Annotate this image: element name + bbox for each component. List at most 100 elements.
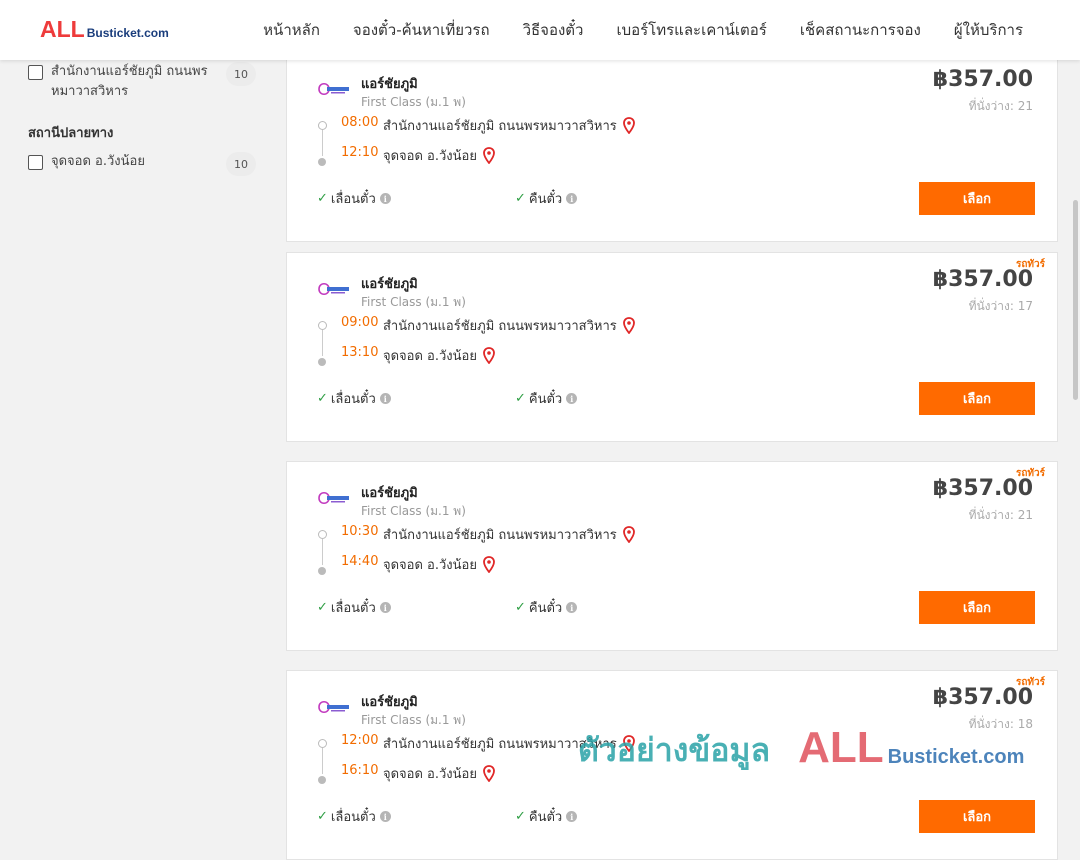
info-icon[interactable]: i	[379, 811, 391, 822]
arrive-dot-icon	[318, 358, 326, 366]
depart-place: สำนักงานแอร์ชัยภูมิ ถนนพรหมาวาสวิหาร	[383, 115, 635, 136]
reschedule-label: เลื่อนตั๋ว	[330, 392, 376, 407]
depart-place-label: สำนักงานแอร์ชัยภูมิ ถนนพรหมาวาสวิหาร	[383, 319, 617, 334]
logo-all: ALL	[40, 16, 85, 42]
operator-logo-icon	[318, 82, 349, 96]
map-pin-icon[interactable]	[483, 765, 495, 782]
arrive-place-label: จุดจอด อ.วังน้อย	[383, 149, 477, 164]
timeline-line	[322, 130, 323, 156]
info-icon[interactable]: i	[566, 602, 578, 613]
page-scrollbar[interactable]	[1072, 60, 1080, 800]
reschedule-feature: ✓ เลื่อนตั๋ว i	[317, 806, 391, 827]
check-icon: ✓	[515, 809, 526, 824]
watermark-busticket: Busticket.com	[887, 746, 1025, 768]
destination-section-title: สถานีปลายทาง	[28, 126, 114, 141]
destination-filter-label: จุดจอด อ.วังน้อย	[51, 154, 145, 169]
bus-class: First Class (ม.1 พ)	[361, 713, 466, 727]
map-pin-icon[interactable]	[483, 347, 495, 364]
site-header: ALL Busticket.com หน้าหลัก จองตั๋ว-ค้นหา…	[0, 0, 1080, 60]
trip-price: ฿357.00	[932, 267, 1033, 292]
info-icon[interactable]: i	[379, 602, 391, 613]
select-trip-button[interactable]: เลือก	[919, 591, 1035, 624]
trip-price: ฿357.00	[932, 67, 1033, 92]
refund-feature: ✓ คืนตั๋ว i	[515, 388, 578, 409]
arrive-place: จุดจอด อ.วังน้อย	[383, 145, 495, 166]
origin-checkbox[interactable]	[28, 65, 43, 80]
watermark-text: ตัวอย่างข้อมูล	[578, 731, 771, 769]
check-icon: ✓	[515, 191, 526, 206]
depart-time: 10:30	[341, 524, 379, 539]
arrive-dot-icon	[318, 776, 326, 784]
bus-class: First Class (ม.1 พ)	[361, 295, 466, 309]
nav-phone-counter[interactable]: เบอร์โทรและเคาน์เตอร์	[616, 18, 766, 42]
info-icon[interactable]: i	[566, 811, 578, 822]
operator-logo-icon	[318, 491, 349, 505]
operator-name: แอร์ชัยภูมิ	[361, 277, 418, 292]
destination-filter-item[interactable]: จุดจอด อ.วังน้อย 10	[28, 152, 258, 176]
seats-available: ที่นั่งว่าง: 21	[968, 508, 1033, 522]
operator-logo-icon	[318, 282, 349, 296]
site-logo[interactable]: ALL Busticket.com	[40, 18, 169, 41]
nav-operators[interactable]: ผู้ให้บริการ	[954, 18, 1023, 42]
info-icon[interactable]: i	[379, 193, 391, 204]
origin-filter-count: 10	[226, 62, 256, 86]
logo-busticket: Busticket.com	[86, 26, 169, 40]
trip-price: ฿357.00	[932, 476, 1033, 501]
arrive-place: จุดจอด อ.วังน้อย	[383, 554, 495, 575]
arrive-dot-icon	[318, 158, 326, 166]
operator-name: แอร์ชัยภูมิ	[361, 695, 418, 710]
depart-time: 12:00	[341, 733, 379, 748]
nav-check-status[interactable]: เช็คสถานะการจอง	[800, 18, 921, 42]
trip-card: รถทัวร์ แอร์ชัยภูมิ First Class (ม.1 พ) …	[286, 461, 1058, 651]
arrive-time: 16:10	[341, 763, 379, 778]
scrollbar-thumb[interactable]	[1073, 200, 1078, 400]
map-pin-icon[interactable]	[622, 526, 635, 543]
arrive-place-label: จุดจอด อ.วังน้อย	[383, 767, 477, 782]
check-icon: ✓	[317, 391, 328, 406]
nav-home[interactable]: หน้าหลัก	[263, 18, 320, 42]
map-pin-icon[interactable]	[483, 147, 495, 164]
map-pin-icon[interactable]	[622, 117, 635, 134]
seats-available: ที่นั่งว่าง: 17	[968, 299, 1033, 313]
arrive-place: จุดจอด อ.วังน้อย	[383, 763, 495, 784]
main-nav: หน้าหลัก จองตั๋ว-ค้นหาเที่ยวรถ วิธีจองตั…	[230, 0, 1023, 60]
timeline-line	[322, 330, 323, 356]
depart-place-label: สำนักงานแอร์ชัยภูมิ ถนนพรหมาวาสวิหาร	[383, 528, 617, 543]
info-icon[interactable]: i	[566, 393, 578, 404]
select-trip-button[interactable]: เลือก	[919, 382, 1035, 415]
refund-feature: ✓ คืนตั๋ว i	[515, 597, 578, 618]
refund-label: คืนตั๋ว	[528, 192, 563, 207]
reschedule-label: เลื่อนตั๋ว	[330, 810, 376, 825]
operator-name: แอร์ชัยภูมิ	[361, 486, 418, 501]
trip-card: รถทัวร์ แอร์ชัยภูมิ First Class (ม.1 พ) …	[286, 252, 1058, 442]
reschedule-label: เลื่อนตั๋ว	[330, 601, 376, 616]
info-icon[interactable]: i	[566, 193, 578, 204]
operator-name: แอร์ชัยภูมิ	[361, 77, 418, 92]
depart-time: 09:00	[341, 315, 379, 330]
origin-filter-label: สำนักงานแอร์ชัยภูมิ ถนนพรหมาวาสวิหาร	[51, 64, 208, 99]
select-trip-button[interactable]: เลือก	[919, 182, 1035, 215]
check-icon: ✓	[515, 600, 526, 615]
arrive-time: 13:10	[341, 345, 379, 360]
watermark-all: ALL	[798, 723, 884, 772]
origin-filter-item[interactable]: สำนักงานแอร์ชัยภูมิ ถนนพรหมาวาสวิหาร 10	[28, 62, 258, 102]
depart-dot-icon	[318, 530, 327, 539]
info-icon[interactable]: i	[379, 393, 391, 404]
destination-checkbox[interactable]	[28, 155, 43, 170]
map-pin-icon[interactable]	[483, 556, 495, 573]
depart-time: 08:00	[341, 115, 379, 130]
refund-feature: ✓ คืนตั๋ว i	[515, 806, 578, 827]
reschedule-feature: ✓ เลื่อนตั๋ว i	[317, 597, 391, 618]
timeline-line	[322, 748, 323, 774]
reschedule-label: เลื่อนตั๋ว	[330, 192, 376, 207]
map-pin-icon[interactable]	[622, 317, 635, 334]
filter-sidebar: สำนักงานแอร์ชัยภูมิ ถนนพรหมาวาสวิหาร 10 …	[28, 60, 258, 176]
nav-book-search[interactable]: จองตั๋ว-ค้นหาเที่ยวรถ	[353, 18, 490, 42]
reschedule-feature: ✓ เลื่อนตั๋ว i	[317, 188, 391, 209]
arrive-dot-icon	[318, 567, 326, 575]
destination-filter-count: 10	[226, 152, 256, 176]
select-trip-button[interactable]: เลือก	[919, 800, 1035, 833]
nav-how-to-book[interactable]: วิธีจองตั๋ว	[523, 18, 584, 42]
refund-label: คืนตั๋ว	[528, 392, 563, 407]
arrive-place-label: จุดจอด อ.วังน้อย	[383, 558, 477, 573]
